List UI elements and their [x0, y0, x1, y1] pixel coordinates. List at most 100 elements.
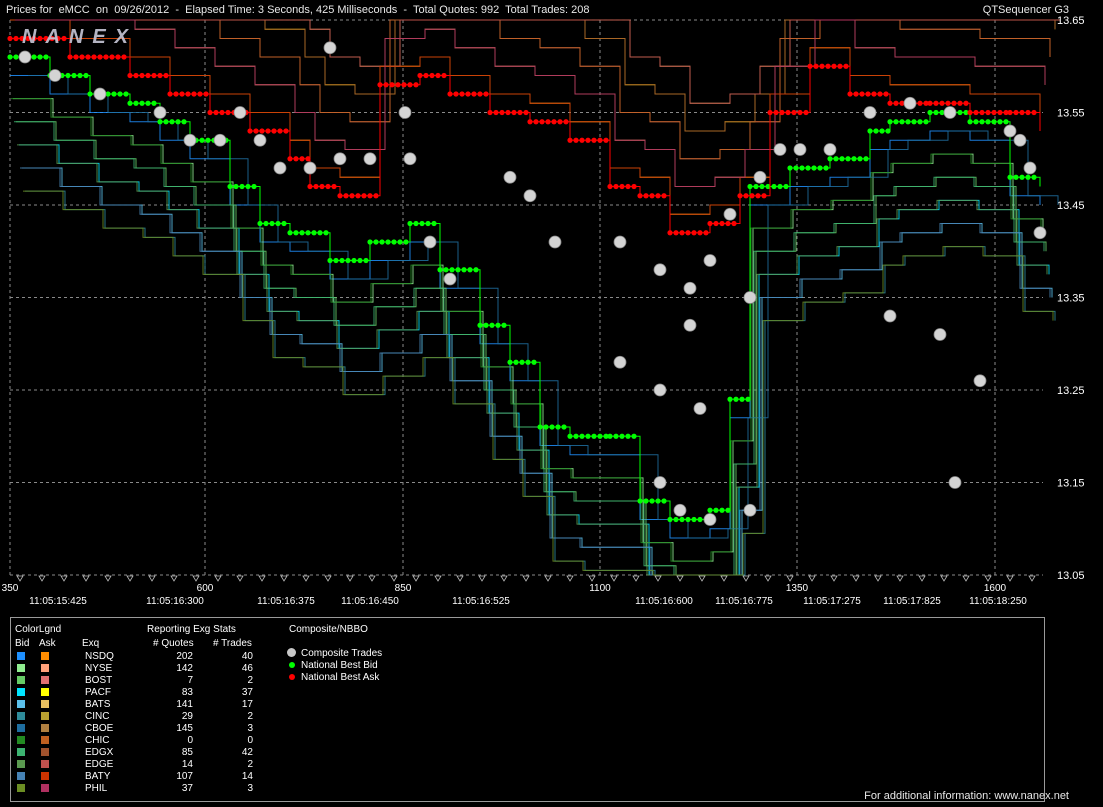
- series-point: [579, 433, 585, 439]
- x-tick-marker: [874, 575, 882, 582]
- trade-point: [683, 318, 697, 332]
- bid-color-swatch: [17, 664, 25, 672]
- nanex-logo: NANEX: [22, 26, 137, 48]
- series-point: [71, 72, 77, 79]
- series-point: [737, 193, 743, 199]
- bid-color-swatch: [17, 736, 25, 744]
- quote-count: 107: [176, 771, 193, 782]
- series-point: [133, 72, 139, 79]
- x-tick-marker: [280, 575, 288, 582]
- composite-legend-label: National Best Ask: [301, 672, 380, 683]
- trade-point: [743, 291, 757, 304]
- series-point: [957, 100, 963, 106]
- series-point: [7, 35, 13, 42]
- series-point: [407, 220, 413, 227]
- trade-point: [613, 355, 627, 369]
- series-point: [661, 193, 667, 199]
- exchange-name: CBOE: [85, 723, 114, 734]
- series-point: [385, 239, 391, 245]
- series-point: [191, 91, 197, 97]
- trade-point: [653, 263, 667, 277]
- series-point: [933, 109, 939, 116]
- trade-point: [653, 383, 667, 397]
- series-point: [923, 119, 929, 125]
- series-point: [685, 516, 691, 523]
- series-point: [77, 72, 83, 79]
- series-point: [679, 230, 685, 236]
- series-point: [181, 119, 187, 125]
- bid-header: Bid: [15, 638, 30, 649]
- series-point: [733, 396, 739, 402]
- trade-point: [883, 309, 897, 323]
- series-point: [111, 91, 117, 97]
- series-point: [847, 91, 853, 97]
- series-point: [811, 165, 817, 171]
- trade-point: [773, 143, 787, 156]
- trade-point: [673, 503, 687, 517]
- series-point: [719, 507, 725, 513]
- series-point: [219, 109, 225, 116]
- series-point: [313, 183, 319, 190]
- series-point: [673, 516, 679, 523]
- x-seq-tick-label: 1100: [589, 583, 611, 594]
- series-point: [299, 230, 305, 236]
- x-seq-tick-label: 600: [197, 583, 214, 594]
- legend-panel: ColorLgnd Bid Ask Exq Reporting Exg Stat…: [10, 617, 1045, 802]
- exchange-name: NYSE: [85, 663, 113, 674]
- series-point: [625, 183, 631, 190]
- series-point: [883, 91, 889, 97]
- series-point: [167, 91, 173, 97]
- series-point: [563, 119, 569, 125]
- series-point: [837, 63, 843, 69]
- series-point: [1013, 174, 1019, 180]
- series-point: [839, 156, 845, 162]
- series-point: [867, 128, 873, 134]
- series-point: [79, 54, 85, 60]
- exchange-header: Exq: [82, 638, 100, 649]
- series-point: [417, 72, 423, 79]
- series-point: [337, 193, 343, 199]
- series-point: [805, 165, 811, 171]
- x-tick-marker: [16, 575, 24, 582]
- series-point: [319, 183, 325, 190]
- series-point: [967, 119, 973, 125]
- series-point: [607, 183, 613, 190]
- series-point: [429, 72, 435, 79]
- series-point: [305, 230, 311, 236]
- x-tick-marker: [214, 575, 222, 582]
- x-tick-marker: [896, 575, 904, 582]
- trade-point: [18, 50, 32, 64]
- exchange-name: EDGE: [85, 759, 114, 770]
- series-point: [245, 183, 251, 190]
- series-point: [139, 100, 145, 106]
- trade-count: 2: [247, 759, 253, 770]
- series-point: [755, 193, 761, 199]
- trade-count: 17: [241, 699, 253, 710]
- bid-color-swatch: [17, 760, 25, 768]
- x-seq-tick-label: 1600: [984, 583, 1007, 594]
- series-point: [613, 433, 619, 439]
- trade-point: [693, 402, 707, 415]
- series-point: [707, 507, 713, 513]
- ask-color-swatch: [41, 676, 49, 684]
- trade-point: [743, 503, 757, 517]
- series-point: [543, 424, 549, 430]
- series-point: [585, 433, 591, 439]
- series-point: [13, 54, 19, 60]
- series-point: [443, 267, 449, 273]
- x-time-tick-label: 11:05:15:425: [29, 596, 87, 607]
- series-point: [395, 82, 401, 88]
- series-point: [579, 137, 585, 143]
- series-point: [349, 193, 355, 199]
- series-point: [691, 516, 697, 523]
- trade-point: [443, 272, 457, 286]
- trade-point: [683, 281, 697, 295]
- series-point: [573, 433, 579, 439]
- quote-count: 14: [181, 759, 193, 770]
- trade-point: [523, 189, 537, 203]
- series-point: [269, 220, 275, 227]
- series-point: [361, 193, 367, 199]
- series-point: [501, 322, 507, 328]
- series-point: [607, 433, 613, 439]
- series-point: [667, 230, 673, 236]
